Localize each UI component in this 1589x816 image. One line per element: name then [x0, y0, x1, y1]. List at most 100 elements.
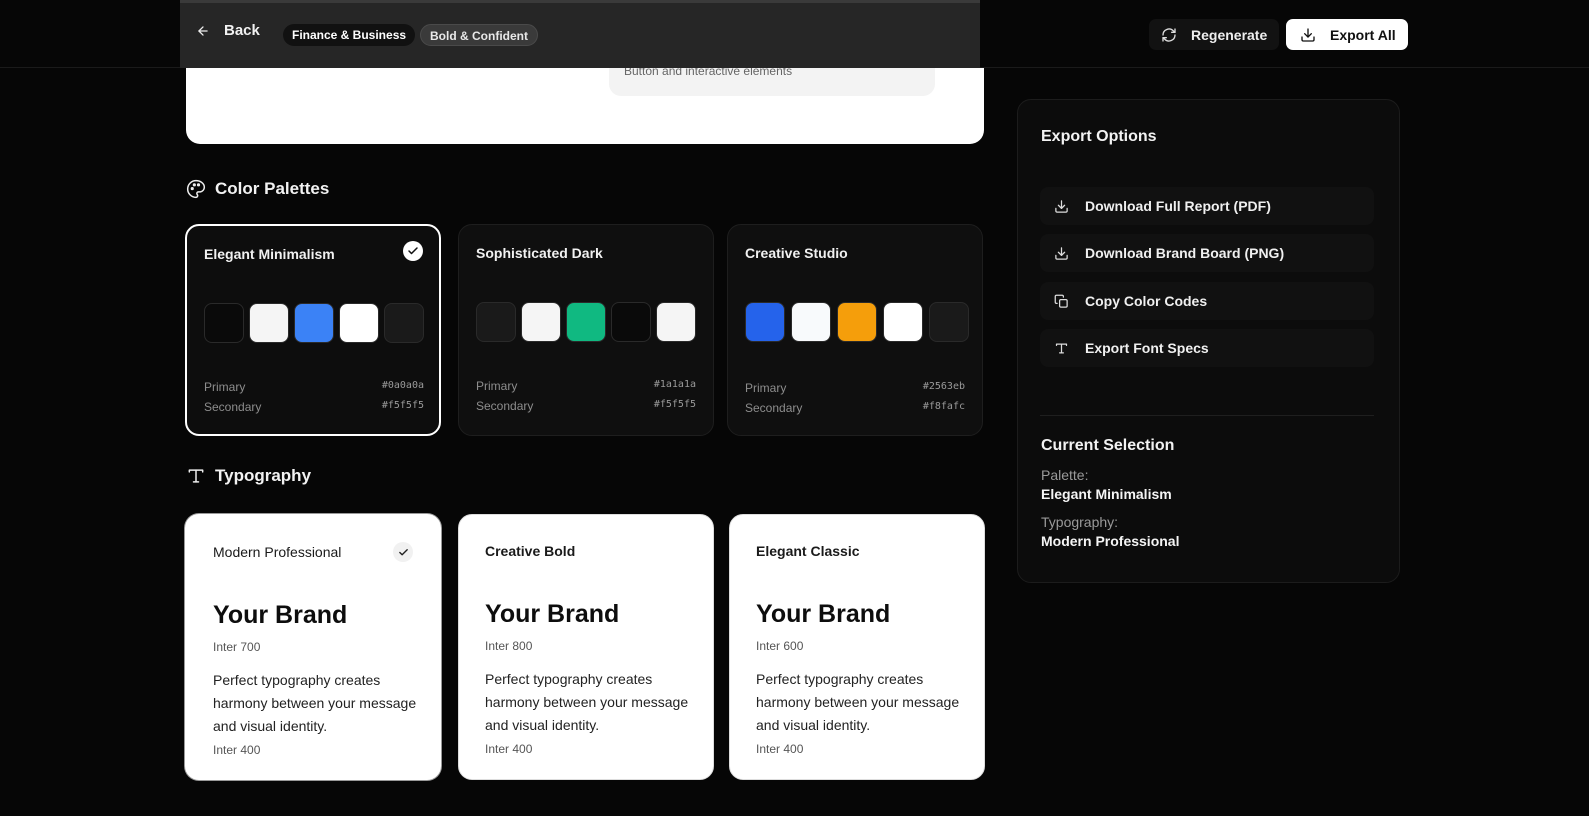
- color-swatch[interactable]: [611, 302, 651, 342]
- primary-hex: #0a0a0a: [381, 380, 424, 391]
- export-panel: Export Options Download Full Report (PDF…: [1017, 99, 1400, 583]
- arrow-left-icon: [196, 24, 210, 38]
- primary-row: Primary #0a0a0a: [204, 380, 424, 394]
- brand-sample: Your Brand: [213, 601, 348, 629]
- primary-row: Primary #1a1a1a: [476, 379, 696, 393]
- tone-tag: Bold & Confident: [420, 24, 538, 46]
- primary-row: Primary #2563eb: [745, 381, 965, 395]
- current-selection-title: Current Selection: [1041, 437, 1175, 454]
- panel-divider: [1040, 415, 1374, 416]
- back-label: Back: [224, 22, 260, 39]
- color-swatch[interactable]: [837, 302, 877, 342]
- download-pdf-button[interactable]: Download Full Report (PDF): [1040, 187, 1374, 225]
- primary-label: Primary: [476, 379, 518, 393]
- body-sample: Perfect typography creates harmony betwe…: [485, 671, 689, 733]
- palette-name: Elegant Minimalism: [204, 246, 335, 262]
- check-icon: [393, 542, 413, 562]
- color-swatch[interactable]: [384, 303, 424, 343]
- heading-weight: Inter 700: [213, 640, 261, 654]
- palette-card-sophisticated-dark[interactable]: Sophisticated Dark Primary #1a1a1a Secon…: [458, 224, 714, 436]
- download-icon: [1054, 246, 1069, 261]
- typography-name: Elegant Classic: [756, 543, 860, 559]
- swatch-row: [204, 303, 424, 343]
- secondary-hex: #f5f5f5: [381, 400, 424, 411]
- color-swatch[interactable]: [883, 302, 923, 342]
- secondary-row: Secondary #f8fafc: [745, 401, 965, 415]
- color-swatch[interactable]: [294, 303, 334, 343]
- color-swatch[interactable]: [249, 303, 289, 343]
- export-all-label: Export All: [1330, 26, 1396, 43]
- secondary-label: Secondary: [745, 401, 803, 415]
- back-button[interactable]: Back: [196, 22, 260, 39]
- typography-name: Modern Professional: [213, 544, 342, 560]
- color-swatch[interactable]: [656, 302, 696, 342]
- check-icon: [403, 241, 423, 261]
- color-palettes-title: Color Palettes: [215, 179, 330, 198]
- color-palettes-heading: Color Palettes: [186, 179, 329, 199]
- palette-icon: [186, 179, 206, 199]
- export-options-title: Export Options: [1041, 128, 1157, 145]
- body-weight: Inter 400: [756, 742, 804, 756]
- secondary-row: Secondary #f5f5f5: [476, 399, 696, 413]
- download-png-button[interactable]: Download Brand Board (PNG): [1040, 234, 1374, 272]
- secondary-label: Secondary: [204, 400, 262, 414]
- body-weight: Inter 400: [485, 742, 533, 756]
- regenerate-button[interactable]: Regenerate: [1149, 19, 1280, 50]
- color-swatch[interactable]: [204, 303, 244, 343]
- download-icon: [1054, 199, 1069, 214]
- body-weight: Inter 400: [213, 743, 261, 757]
- color-swatch[interactable]: [929, 302, 969, 342]
- type-icon: [186, 466, 206, 486]
- swatch-row: [476, 302, 696, 342]
- palette-card-creative-studio[interactable]: Creative Studio Primary #2563eb Secondar…: [727, 224, 983, 436]
- primary-hex: #2563eb: [922, 381, 965, 392]
- secondary-label: Secondary: [476, 399, 534, 413]
- color-swatch[interactable]: [339, 303, 379, 343]
- export-font-specs-button[interactable]: Export Font Specs: [1040, 329, 1374, 367]
- option-label: Download Brand Board (PNG): [1085, 245, 1285, 261]
- typography-card-creative-bold[interactable]: Creative Bold Your Brand Inter 800 Perfe…: [458, 514, 714, 780]
- industry-tag: Finance & Business: [283, 24, 416, 46]
- swatch-row: [745, 302, 969, 342]
- palette-card-elegant-minimalism[interactable]: Elegant Minimalism Primary #0a0a0a Secon…: [185, 224, 441, 436]
- body-sample: Perfect typography creates harmony betwe…: [756, 671, 960, 733]
- heading-weight: Inter 800: [485, 639, 533, 653]
- palette-name: Sophisticated Dark: [476, 245, 603, 261]
- export-all-button[interactable]: Export All: [1286, 19, 1408, 50]
- option-label: Copy Color Codes: [1085, 293, 1208, 309]
- top-bar: Back Finance & Business Bold & Confident…: [0, 0, 1589, 68]
- typography-card-elegant-classic[interactable]: Elegant Classic Your Brand Inter 600 Per…: [729, 514, 985, 780]
- option-label: Download Full Report (PDF): [1085, 198, 1271, 214]
- color-swatch[interactable]: [476, 302, 516, 342]
- palette-label: Palette:: [1041, 467, 1089, 483]
- typography-heading: Typography: [186, 466, 311, 486]
- typography-title: Typography: [215, 466, 312, 485]
- copy-color-codes-button[interactable]: Copy Color Codes: [1040, 282, 1374, 320]
- type-icon: [1054, 341, 1069, 356]
- typography-label: Typography:: [1041, 514, 1119, 530]
- primary-hex: #1a1a1a: [653, 379, 696, 390]
- heading-weight: Inter 600: [756, 639, 804, 653]
- option-label: Export Font Specs: [1085, 340, 1209, 356]
- color-swatch[interactable]: [521, 302, 561, 342]
- regenerate-label: Regenerate: [1191, 26, 1268, 43]
- palette-name: Creative Studio: [745, 245, 848, 261]
- color-swatch[interactable]: [566, 302, 606, 342]
- brand-sample: Your Brand: [756, 600, 891, 628]
- typography-name: Creative Bold: [485, 543, 576, 559]
- palette-value: Elegant Minimalism: [1041, 486, 1172, 502]
- typography-value: Modern Professional: [1041, 533, 1180, 549]
- refresh-icon: [1161, 27, 1177, 43]
- secondary-row: Secondary #f5f5f5: [204, 400, 424, 414]
- primary-label: Primary: [745, 381, 787, 395]
- typography-card-modern-professional[interactable]: Modern Professional Your Brand Inter 700…: [185, 514, 441, 780]
- secondary-hex: #f8fafc: [922, 401, 965, 412]
- secondary-hex: #f5f5f5: [653, 399, 696, 410]
- brand-sample: Your Brand: [485, 600, 620, 628]
- download-icon: [1300, 27, 1316, 43]
- copy-icon: [1054, 294, 1069, 309]
- primary-label: Primary: [204, 380, 246, 394]
- body-sample: Perfect typography creates harmony betwe…: [213, 672, 417, 734]
- color-swatch[interactable]: [745, 302, 785, 342]
- color-swatch[interactable]: [791, 302, 831, 342]
